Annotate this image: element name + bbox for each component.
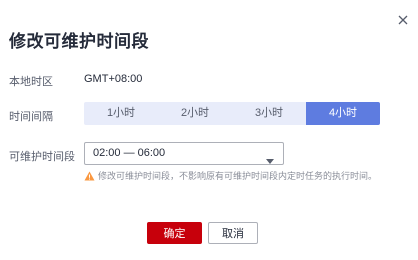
maintenance-window-dialog: 修改可维护时间段 本地时区 GMT+08:00 时间间隔 1小时 2小时 3小时… (0, 0, 418, 260)
close-icon[interactable] (396, 13, 410, 27)
interval-option-4h[interactable]: 4小时 (306, 102, 380, 125)
dialog-title: 修改可维护时间段 (9, 32, 149, 51)
interval-segmented-control: 1小时 2小时 3小时 4小时 (84, 102, 380, 125)
warning-icon (84, 171, 95, 180)
window-label: 可维护时间段 (9, 151, 75, 163)
interval-label: 时间间隔 (9, 111, 53, 123)
timezone-value: GMT+08:00 (84, 73, 143, 85)
confirm-button[interactable]: 确定 (147, 222, 202, 244)
cancel-button[interactable]: 取消 (208, 222, 258, 244)
timezone-label: 本地时区 (9, 76, 53, 88)
interval-option-1h[interactable]: 1小时 (84, 102, 158, 125)
interval-option-2h[interactable]: 2小时 (158, 102, 232, 125)
interval-option-3h[interactable]: 3小时 (232, 102, 306, 125)
window-select-value: 02:00 — 06:00 (93, 147, 166, 159)
window-hint: 修改可维护时间段，不影响原有可维护时间段内定时任务的执行时间。 (84, 169, 377, 182)
window-hint-text: 修改可维护时间段，不影响原有可维护时间段内定时任务的执行时间。 (98, 171, 378, 181)
window-select[interactable]: 02:00 — 06:00 (84, 142, 284, 165)
